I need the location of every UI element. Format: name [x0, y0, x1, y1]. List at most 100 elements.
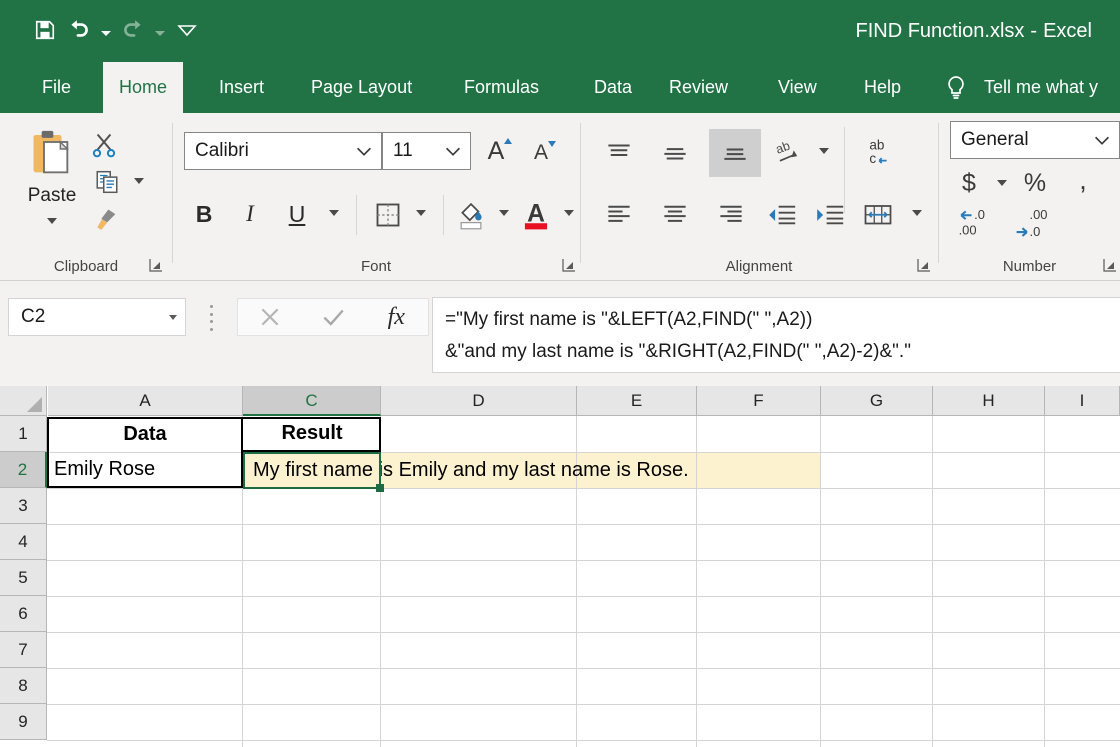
column-header-a[interactable]: A [48, 386, 243, 416]
top-align-icon[interactable] [597, 135, 641, 175]
tab-help[interactable]: Help [848, 62, 917, 113]
column-header-f[interactable]: F [697, 386, 821, 416]
gridline-row-5 [47, 596, 1120, 597]
decrease-font-size-icon[interactable]: A [523, 136, 559, 170]
decrease-decimal-icon[interactable]: .00 .0 [1011, 205, 1061, 241]
gridline-col-f [820, 416, 821, 747]
cancel-formula-icon[interactable] [242, 299, 298, 335]
align-right-icon[interactable] [709, 195, 753, 235]
font-size-combo[interactable]: 11 [382, 132, 471, 170]
copy-icon[interactable] [92, 167, 122, 197]
wrap-text-icon[interactable]: ab c [855, 129, 901, 175]
percent-style-button[interactable]: % [1019, 166, 1051, 200]
number-group-label: Number [1002, 258, 1057, 275]
merge-and-center-icon[interactable] [855, 195, 901, 237]
tab-formulas[interactable]: Formulas [448, 62, 555, 113]
clipboard-dialog-launcher-icon[interactable] [148, 257, 164, 273]
comma-style-button[interactable]: , [1067, 163, 1099, 197]
decrease-indent-icon[interactable] [759, 195, 803, 235]
quick-access-toolbar [28, 8, 204, 52]
bold-button[interactable]: B [187, 197, 221, 231]
column-header-d[interactable]: D [381, 386, 577, 416]
align-left-icon[interactable] [597, 195, 641, 235]
format-painter-icon[interactable] [90, 205, 122, 235]
insert-function-icon[interactable]: fx [368, 299, 424, 335]
row-header-5[interactable]: 5 [0, 560, 47, 596]
cut-icon[interactable] [88, 129, 120, 161]
tab-view[interactable]: View [762, 62, 833, 113]
paste-label[interactable]: Paste [14, 185, 90, 207]
tab-review[interactable]: Review [653, 62, 744, 113]
fill-color-dropdown-icon[interactable] [493, 201, 515, 225]
undo-icon[interactable] [62, 13, 96, 47]
column-header-i[interactable]: I [1045, 386, 1120, 416]
select-all-button[interactable] [0, 386, 47, 416]
font-dialog-launcher-icon[interactable] [561, 257, 577, 273]
redo-icon[interactable] [116, 13, 150, 47]
column-header-e[interactable]: E [577, 386, 697, 416]
number-dialog-launcher-icon[interactable] [1102, 257, 1118, 273]
align-center-icon[interactable] [653, 195, 697, 235]
tab-file[interactable]: File [26, 62, 87, 113]
row-header-4[interactable]: 4 [0, 524, 47, 560]
formula-bar-buttons: fx [237, 298, 429, 336]
increase-font-size-icon[interactable]: A [478, 134, 514, 168]
bottom-align-icon[interactable] [709, 129, 761, 177]
borders-dropdown-icon[interactable] [410, 201, 432, 225]
middle-align-icon[interactable] [653, 135, 697, 175]
row-header-7[interactable]: 7 [0, 632, 47, 668]
increase-decimal-icon[interactable]: .0 .00 [953, 205, 1003, 241]
increase-indent-icon[interactable] [807, 195, 851, 235]
row-header-3[interactable]: 3 [0, 488, 47, 524]
fill-handle[interactable] [376, 484, 384, 492]
font-family-combo[interactable]: Calibri [184, 132, 382, 170]
undo-dropdown-icon[interactable] [96, 13, 116, 47]
accounting-format-button[interactable]: $ [953, 166, 985, 200]
active-cell-selection[interactable] [243, 452, 381, 489]
orientation-dropdown-icon[interactable] [813, 139, 835, 163]
tell-me-label: Tell me what y [984, 77, 1099, 97]
formula-bar-grip[interactable] [207, 305, 215, 331]
paste-dropdown-icon[interactable] [40, 211, 64, 231]
font-color-dropdown-icon[interactable] [558, 201, 580, 225]
name-box[interactable]: C2 [8, 298, 186, 336]
column-header-h[interactable]: H [933, 386, 1045, 416]
cell-a1[interactable]: Data [49, 417, 241, 451]
italic-button[interactable]: I [233, 197, 267, 231]
row-header-1[interactable]: 1 [0, 416, 47, 452]
copy-dropdown-icon[interactable] [128, 171, 150, 191]
merge-center-dropdown-icon[interactable] [906, 201, 928, 225]
redo-dropdown-icon[interactable] [150, 13, 170, 47]
enter-formula-icon[interactable] [305, 299, 361, 335]
svg-text:.0: .0 [974, 207, 985, 222]
orientation-icon[interactable]: ab [766, 135, 810, 175]
gridline-row-4 [47, 560, 1120, 561]
cell-c1[interactable]: Result [245, 417, 379, 450]
column-header-g[interactable]: G [821, 386, 933, 416]
borders-icon[interactable] [371, 199, 405, 231]
underline-button[interactable]: U [280, 197, 314, 231]
formula-input[interactable]: ="My first name is "&LEFT(A2,FIND(" ",A2… [432, 297, 1120, 373]
fill-color-icon[interactable] [453, 195, 489, 233]
customize-quick-access-icon[interactable] [170, 13, 204, 47]
row-header-8[interactable]: 8 [0, 668, 47, 704]
column-header-c[interactable]: C [243, 386, 381, 416]
tab-insert[interactable]: Insert [203, 62, 280, 113]
accounting-dropdown-icon[interactable] [991, 171, 1013, 195]
alignment-dialog-launcher-icon[interactable] [916, 257, 932, 273]
tab-home[interactable]: Home [103, 62, 184, 113]
number-format-combo[interactable]: General [950, 121, 1120, 159]
row-header-6[interactable]: 6 [0, 596, 47, 632]
row-header-2[interactable]: 2 [0, 452, 47, 488]
save-icon[interactable] [28, 13, 62, 47]
row-header-9[interactable]: 9 [0, 704, 47, 740]
font-group-label: Font [360, 258, 391, 275]
tab-data[interactable]: Data [578, 62, 648, 113]
paste-icon[interactable] [20, 125, 82, 187]
underline-dropdown-icon[interactable] [323, 201, 345, 225]
cell-a2[interactable]: Emily Rose [49, 453, 241, 486]
font-color-icon[interactable]: A [518, 195, 554, 233]
tell-me-box[interactable]: Tell me what y [944, 62, 1098, 113]
font-family-value: Calibri [195, 140, 249, 161]
tab-page-layout[interactable]: Page Layout [295, 62, 428, 113]
